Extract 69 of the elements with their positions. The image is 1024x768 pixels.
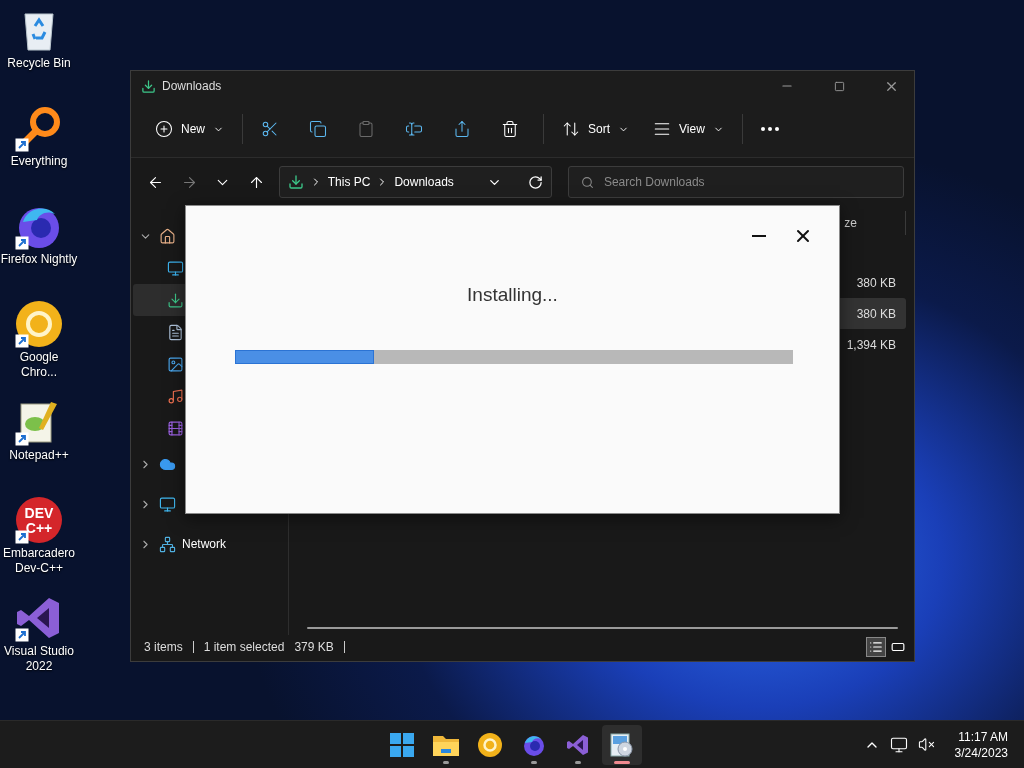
maximize-icon [833, 80, 845, 92]
document-icon [167, 323, 184, 341]
browser-ring-icon [478, 732, 502, 757]
running-indicator [614, 760, 630, 764]
rename-icon [405, 120, 423, 138]
sort-icon [562, 120, 580, 138]
browser-ring-icon [15, 300, 63, 348]
running-indicator [531, 760, 537, 764]
desktop-icon-label[interactable]: Notepad++ [0, 448, 78, 463]
search-field[interactable]: Search Downloads [567, 166, 904, 198]
share-icon [453, 120, 471, 138]
desktop-icon-label[interactable]: Visual Studio 2022 [0, 644, 78, 674]
rectangle-icon [891, 640, 905, 654]
window-title: Downloads [162, 79, 223, 93]
minimize-icon [752, 235, 766, 237]
monitor-icon [167, 259, 184, 277]
home-icon [159, 227, 176, 245]
list-icon [869, 640, 883, 654]
size-cell: 380 KB [856, 306, 896, 321]
picture-icon [167, 355, 184, 373]
running-indicator [443, 760, 449, 764]
infinity-ribbon-icon [566, 732, 590, 757]
sidebar-item[interactable]: Network [133, 524, 286, 564]
sort-button[interactable]: Sort [554, 111, 638, 147]
search-input[interactable]: Search Downloads [603, 175, 891, 189]
column-header[interactable]: ze [844, 216, 857, 230]
horizontal-scrollbar[interactable] [307, 627, 898, 629]
clipboard-icon [357, 120, 375, 138]
more-icon [760, 127, 779, 131]
windows-logo [390, 732, 414, 757]
lines-icon [653, 120, 672, 138]
selection-size: 379 KB [294, 640, 334, 654]
desktop-icon-label[interactable]: Firefox Nightly [0, 252, 78, 267]
network-icon [159, 535, 176, 553]
monitor-icon [159, 495, 176, 513]
breadcrumb[interactable]: This PC [327, 175, 371, 189]
installer-box-icon [609, 731, 635, 758]
music-icon [167, 387, 184, 405]
folder-icon [433, 733, 459, 756]
muted-speaker-icon[interactable] [917, 736, 935, 753]
dev-cpp-logo: DEV C++ [15, 496, 63, 544]
trash-icon [501, 120, 519, 138]
sidebar-label: Network [182, 537, 226, 551]
selection-info: 1 item selected [203, 640, 285, 654]
refresh-icon[interactable] [527, 174, 543, 190]
new-button[interactable]: New [147, 111, 232, 147]
scissors-icon [261, 120, 279, 138]
desktop-icon-label[interactable]: Everything [0, 154, 78, 169]
item-count: 3 items [144, 640, 183, 654]
desktop-icon-label[interactable]: Google Chro... [0, 350, 78, 380]
clock[interactable]: 11:17 AM 3/24/2023 [954, 728, 1008, 761]
download-icon [167, 291, 184, 309]
download-icon [141, 78, 156, 94]
download-icon [287, 174, 304, 190]
details-view-button[interactable] [866, 637, 886, 657]
installer-taskbar-button[interactable] [602, 724, 642, 765]
network-icon[interactable] [889, 735, 908, 754]
breadcrumb[interactable]: Downloads [394, 175, 454, 189]
copy-icon [309, 120, 327, 138]
running-indicator [575, 760, 581, 764]
film-icon [167, 419, 184, 437]
view-button[interactable]: View [645, 111, 732, 147]
status-message: Installing... [467, 284, 558, 306]
search-icon [580, 175, 594, 189]
desktop-icon-label[interactable]: Embarcadero Dev-C++ [0, 546, 78, 576]
desktop-icon-label[interactable]: Recycle Bin [0, 56, 78, 71]
plus-circle-icon [155, 120, 173, 138]
size-cell: 1,394 KB [846, 337, 896, 352]
address-bar[interactable]: This PC Downloads [278, 166, 552, 198]
